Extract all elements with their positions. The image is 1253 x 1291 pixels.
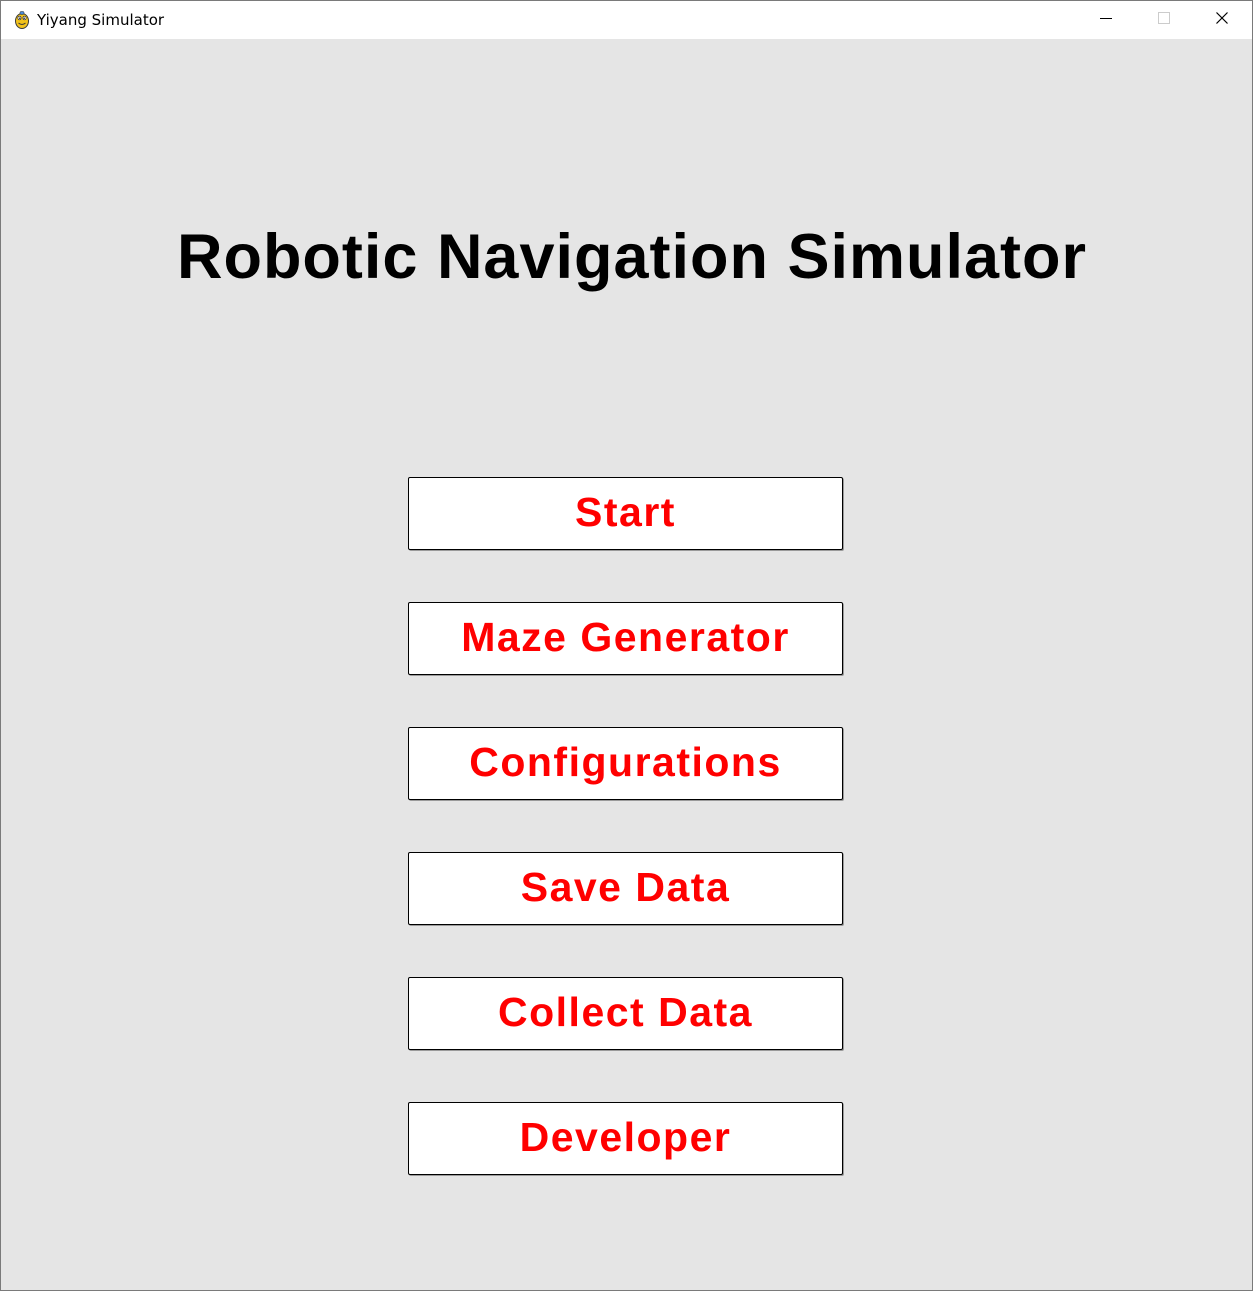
close-button[interactable] xyxy=(1193,1,1251,39)
pygame-snake-icon xyxy=(12,10,32,30)
minimize-button[interactable] xyxy=(1077,1,1135,39)
title-bar[interactable]: Yiyang Simulator xyxy=(1,1,1252,39)
window-title: Yiyang Simulator xyxy=(37,11,165,29)
close-icon xyxy=(1216,11,1228,29)
start-button-label: Start xyxy=(575,489,676,535)
main-menu: Robotic Navigation Simulator Start Maze … xyxy=(1,39,1252,1290)
maze-generator-button-label: Maze Generator xyxy=(461,614,790,660)
maximize-icon xyxy=(1158,11,1170,29)
app-window: Yiyang Simulator Robotic Navigation Simu… xyxy=(0,0,1253,1291)
app-heading: Robotic Navigation Simulator xyxy=(176,222,1088,292)
collect-data-button[interactable]: Collect Data xyxy=(408,977,843,1050)
maze-generator-button[interactable]: Maze Generator xyxy=(408,602,843,675)
minimize-icon xyxy=(1100,11,1112,29)
configurations-button-label: Configurations xyxy=(469,739,782,785)
developer-button[interactable]: Developer xyxy=(408,1102,843,1175)
save-data-button[interactable]: Save Data xyxy=(408,852,843,925)
save-data-button-label: Save Data xyxy=(520,864,731,910)
start-button[interactable]: Start xyxy=(408,477,843,550)
collect-data-button-label: Collect Data xyxy=(498,989,753,1035)
developer-button-label: Developer xyxy=(519,1114,732,1160)
maximize-button[interactable] xyxy=(1135,1,1193,39)
configurations-button[interactable]: Configurations xyxy=(408,727,843,800)
